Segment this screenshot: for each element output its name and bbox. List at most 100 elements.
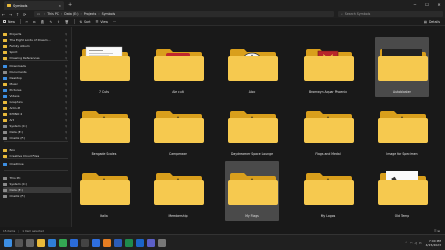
folder-tile[interactable]: Image for Specimen — [375, 99, 429, 159]
settings-icon[interactable] — [158, 239, 166, 247]
close-button[interactable]: ✕ — [433, 0, 445, 10]
clock-date: 4/15/2023 — [425, 243, 441, 247]
folder-tile[interactable]: Bengade Scales — [77, 99, 131, 159]
minimize-button[interactable]: ─ — [409, 0, 421, 10]
folder-icon — [3, 38, 7, 42]
copy-icon[interactable]: ⧉ — [33, 20, 35, 24]
pin-icon: ⚲ — [65, 118, 67, 122]
forward-button[interactable]: → — [7, 12, 14, 17]
folder-name: My Logos — [320, 214, 336, 218]
details-icon: ▤ — [423, 19, 427, 24]
teams-icon[interactable] — [147, 239, 155, 247]
battery-icon[interactable]: ▭ — [419, 241, 422, 245]
folder-tile[interactable]: My Flags — [225, 161, 279, 221]
folder-tile[interactable]: Old Temp — [375, 161, 429, 221]
edge-icon[interactable] — [48, 239, 56, 247]
start-icon[interactable] — [4, 239, 12, 247]
folder-icon: CUB — [152, 37, 204, 87]
sidebar-item-label: The Eight Lords of Dream... — [9, 38, 51, 42]
folder-tile[interactable]: Camperawr — [151, 99, 205, 159]
share-icon[interactable]: ⇪ — [57, 20, 60, 24]
folder-tile[interactable]: Autoblaster Autoblaster — [375, 37, 429, 97]
clock[interactable]: 7:00 PM 4/15/2023 — [426, 239, 441, 247]
search-box[interactable]: ⌕ Search Symbols — [338, 11, 443, 17]
sidebar-divider — [4, 60, 68, 61]
rename-icon[interactable]: ✎ — [49, 20, 52, 24]
breadcrumb-projects[interactable]: Projects — [84, 12, 97, 16]
sidebar-item-label: Downloads — [9, 64, 26, 68]
task-view-icon[interactable] — [26, 239, 34, 247]
view-toggle[interactable]: ☰ ⊞ — [434, 229, 440, 233]
folder-icon — [3, 50, 7, 54]
navigation-pane: Projects ⚲ The Eight Lords of Dream... ⚲ Fam… — [0, 27, 72, 227]
illustrator-icon[interactable] — [103, 239, 111, 247]
address-bar[interactable]: ▭ › This PC › Data (E:) › Projects › Sym… — [34, 11, 334, 17]
sidebar-item-label: Videos — [9, 94, 20, 98]
folder-tile[interactable]: Flags and Medal — [301, 99, 355, 159]
folder-tile[interactable]: My Logos — [301, 161, 355, 221]
folder-icon: Autoblaster — [376, 37, 428, 87]
outlook-icon[interactable] — [136, 239, 144, 247]
sidebar-item-label: Pictures — [9, 88, 22, 92]
folder-tile[interactable]: Daydreamer Space Lounge — [225, 99, 279, 159]
breadcrumb-this-pc[interactable]: This PC — [47, 12, 59, 16]
command-bar: New ✂ ⧉ 📋︎ ✎ ⇪ 🗑︎ ⇅ Sort ☰ View ··· ▤ Detai… — [0, 18, 445, 26]
maximize-button[interactable]: ☐ — [421, 0, 433, 10]
view-button[interactable]: ☰ View — [96, 20, 108, 24]
tab-title: Symbols — [13, 3, 28, 8]
search-icon[interactable] — [15, 239, 23, 247]
details-button[interactable]: ▤ Details — [424, 20, 440, 24]
folder-icon — [3, 176, 7, 180]
cut-icon[interactable]: ✂ — [25, 20, 28, 24]
speaker-icon[interactable]: ◁ — [414, 241, 416, 245]
folder-tile[interactable]: Italia — [77, 161, 131, 221]
sort-button[interactable]: ⇅ Sort — [79, 20, 90, 24]
more-button[interactable]: ··· — [113, 20, 116, 24]
store-icon[interactable] — [81, 239, 89, 247]
sidebar-item[interactable]: Onetix (F:) — [3, 193, 71, 199]
word-icon[interactable] — [114, 239, 122, 247]
wifi-icon[interactable]: ◠ — [410, 241, 413, 245]
system-tray: ˄ ◠ ◁ ▭ 7:00 PM 4/15/2023 — [405, 237, 441, 249]
monitor-icon: ▭ — [37, 12, 41, 16]
paste-icon[interactable]: 📋︎ — [40, 20, 44, 24]
new-tab-button[interactable]: + — [68, 2, 72, 8]
tab-symbols[interactable]: Symbols ✕ — [4, 1, 64, 10]
folder-tile[interactable]: CUB Ale cult — [151, 37, 205, 97]
folder-tile[interactable]: Bromwyn Aquar Phoenix — [301, 37, 355, 97]
tab-close-icon[interactable]: ✕ — [58, 4, 61, 8]
item-count: 15 items — [3, 228, 16, 233]
excel-icon[interactable] — [125, 239, 133, 247]
back-button[interactable]: ← — [0, 12, 7, 17]
breadcrumb-data-e[interactable]: Data (E:) — [64, 12, 78, 16]
pin-icon: ⚲ — [65, 136, 67, 140]
folder-name: Ale cult — [172, 90, 184, 94]
pin-icon: ⚲ — [65, 76, 67, 80]
folder-icon — [7, 4, 11, 7]
pin-icon: ⚲ — [65, 106, 67, 110]
sidebar-item-label: Onetix (F:) — [9, 194, 26, 198]
folder-name: Daydreamer Space Lounge — [230, 152, 273, 156]
refresh-button[interactable]: ⟳ — [21, 12, 28, 17]
window-controls: ─ ☐ ✕ — [409, 0, 445, 10]
folder-name: Camperawr — [169, 152, 187, 156]
breadcrumb-symbols[interactable]: Symbols — [102, 12, 116, 16]
folder-icon — [3, 182, 7, 186]
sidebar-item-label: Onetix (F:) — [9, 136, 26, 140]
pin-icon: ⚲ — [65, 82, 67, 86]
folder-tile[interactable]: Aloc — [225, 37, 279, 97]
chrome-icon[interactable] — [59, 239, 67, 247]
photoshop-icon[interactable] — [92, 239, 100, 247]
new-button[interactable]: New — [3, 20, 15, 24]
folder-icon — [3, 106, 7, 110]
explorer-icon[interactable] — [37, 239, 45, 247]
up-button[interactable]: ↑ — [14, 12, 21, 17]
chevron-up-icon[interactable]: ˄ — [405, 241, 407, 245]
sidebar-item[interactable]: OneDrive — [3, 161, 71, 167]
folder-icon — [302, 99, 354, 149]
folder-tile[interactable]: 7 Cuts — [77, 37, 131, 97]
sidebar-item-label: Box — [9, 148, 16, 152]
mail-icon[interactable] — [70, 239, 78, 247]
delete-icon[interactable]: 🗑︎ — [65, 20, 69, 24]
folder-tile[interactable]: Membership — [151, 161, 205, 221]
